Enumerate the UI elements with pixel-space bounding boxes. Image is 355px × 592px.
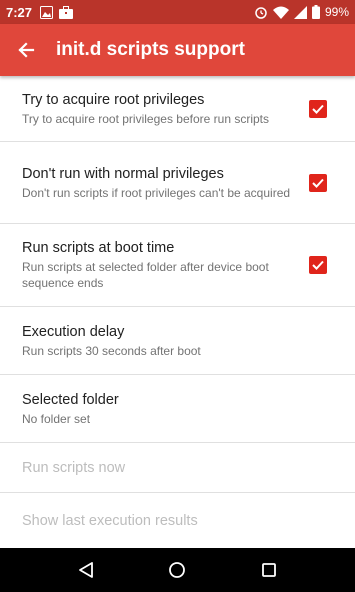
- setting-title: Show last execution results: [22, 512, 198, 529]
- action-run-scripts-now[interactable]: Run scripts now: [0, 443, 355, 493]
- page-title: init.d scripts support: [56, 39, 245, 60]
- back-button[interactable]: [0, 24, 52, 76]
- nav-back-button[interactable]: [66, 550, 106, 590]
- arrow-left-icon: [18, 42, 35, 58]
- check-icon: [312, 178, 324, 188]
- setting-title: Selected folder: [22, 391, 119, 408]
- check-icon: [312, 260, 324, 270]
- image-icon: [40, 5, 54, 19]
- setting-acquire-root[interactable]: Try to acquire root privileges Try to ac…: [0, 76, 355, 142]
- navigation-bar: [0, 548, 355, 592]
- run-at-boot-checkbox[interactable]: [309, 256, 327, 274]
- recents-square-icon: [262, 563, 277, 577]
- setting-title: Run scripts now: [22, 459, 126, 476]
- settings-list: Try to acquire root privileges Try to ac…: [0, 76, 355, 548]
- wifi-icon: [272, 6, 289, 19]
- setting-execution-delay[interactable]: Execution delay Run scripts 30 seconds a…: [0, 307, 355, 375]
- setting-summary: Run scripts at selected folder after dev…: [22, 260, 269, 290]
- nav-recents-button[interactable]: [249, 550, 289, 590]
- setting-summary: Run scripts 30 seconds after boot: [22, 343, 201, 358]
- signal-icon: [293, 5, 307, 19]
- back-triangle-icon: [78, 562, 93, 578]
- alarm-icon: [255, 7, 267, 19]
- setting-summary: Don't run scripts if root privileges can…: [22, 185, 291, 200]
- setting-selected-folder[interactable]: Selected folder No folder set: [0, 375, 355, 443]
- no-normal-privileges-checkbox[interactable]: [309, 173, 327, 192]
- acquire-root-checkbox[interactable]: [309, 99, 327, 118]
- nav-home-button[interactable]: [157, 550, 197, 590]
- setting-title: Execution delay: [22, 323, 125, 340]
- battery-level: 99%: [324, 5, 349, 19]
- setting-title: Try to acquire root privileges: [22, 91, 205, 108]
- app-bar: init.d scripts support: [0, 24, 355, 76]
- setting-title: Run scripts at boot time: [22, 240, 175, 256]
- briefcase-icon: [59, 5, 74, 19]
- setting-no-normal-privileges[interactable]: Don't run with normal privileges Don't r…: [0, 142, 355, 224]
- check-icon: [312, 104, 324, 114]
- status-time: 7:27: [6, 4, 33, 20]
- setting-summary: Try to acquire root privileges before ru…: [22, 111, 269, 126]
- battery-icon: [311, 5, 320, 19]
- home-circle-icon: [169, 562, 186, 578]
- setting-title: Don't run with normal privileges: [22, 165, 224, 182]
- action-show-last-results[interactable]: Show last execution results: [0, 493, 355, 548]
- setting-run-at-boot[interactable]: Run scripts at boot time Run scripts at …: [0, 224, 355, 307]
- status-bar: 7:27 99%: [0, 0, 355, 24]
- setting-summary: No folder set: [22, 411, 91, 426]
